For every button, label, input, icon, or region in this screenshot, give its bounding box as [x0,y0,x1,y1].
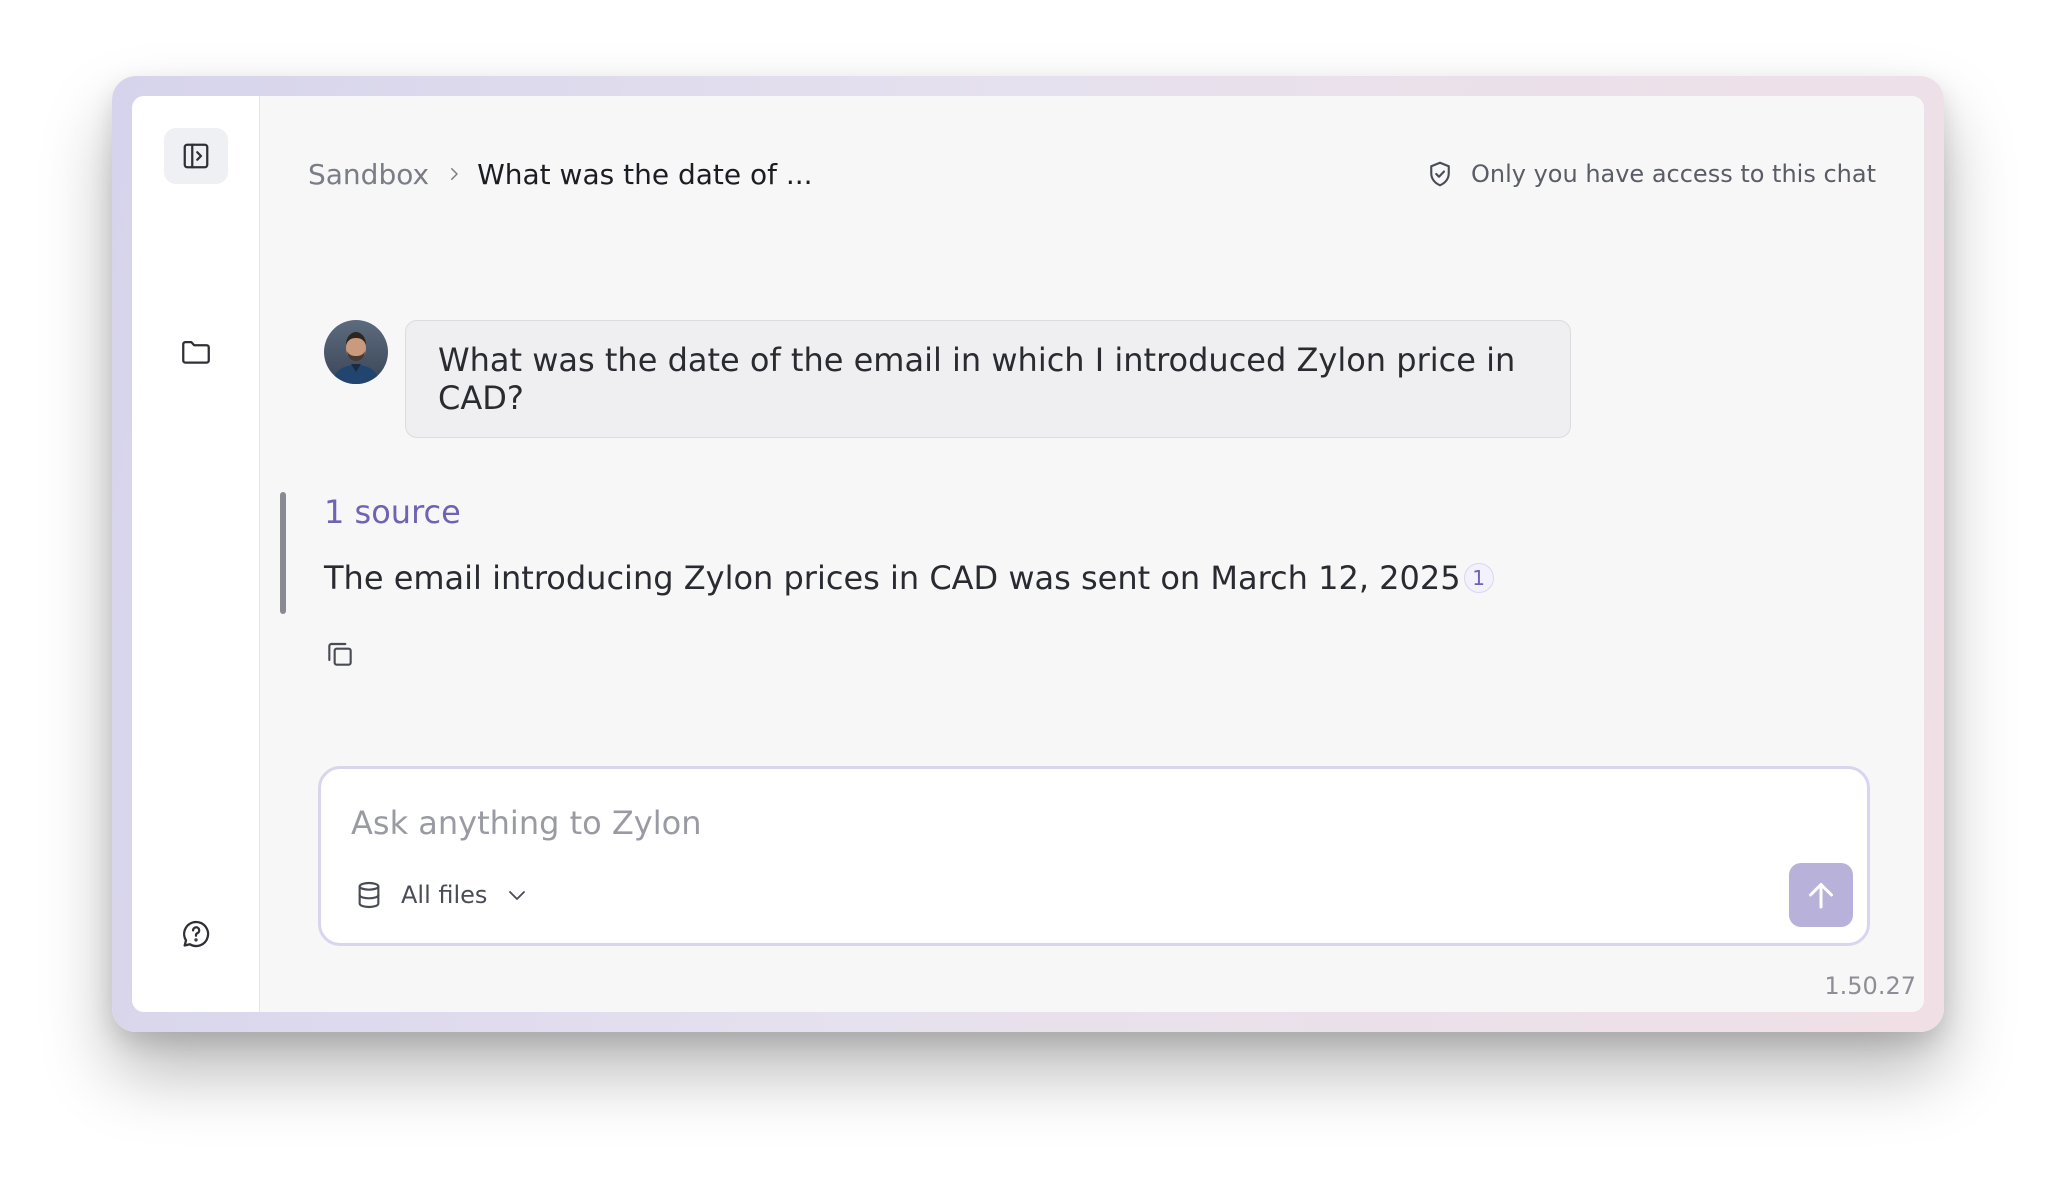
sidebar-toggle-button[interactable] [164,128,228,184]
assistant-answer-text: The email introducing Zylon prices in CA… [324,559,1461,597]
files-scope-dropdown[interactable]: All files [353,877,529,913]
citation-badge[interactable]: 1 [1463,563,1494,593]
breadcrumb-root[interactable]: Sandbox [308,158,429,191]
user-question-text: What was the date of the email in which … [438,341,1516,417]
sidebar-toggle-icon [183,143,209,169]
send-button[interactable] [1789,863,1853,927]
database-icon [358,881,380,909]
files-nav-button[interactable] [164,324,228,380]
app-window: Sandbox What was the date of ... Only yo… [132,96,1924,1012]
arrow-up-icon [1809,883,1833,909]
answer-indicator-bar [280,492,286,614]
user-question-bubble: What was the date of the email in which … [405,320,1571,438]
chevron-right-icon [445,165,463,183]
copy-icon [328,642,352,666]
message-composer: All files [318,766,1870,946]
access-notice: Only you have access to this chat [1425,158,1876,190]
app-version: 1.50.27 [1824,972,1916,1000]
copy-answer-button[interactable] [322,636,358,672]
files-scope-label: All files [401,881,488,909]
chat-help-icon [183,920,210,948]
access-notice-text: Only you have access to this chat [1470,160,1876,188]
folder-icon [182,340,210,364]
chat-input[interactable] [351,801,1651,845]
breadcrumb-current-chat: What was the date of ... [477,157,813,191]
breadcrumb: Sandbox What was the date of ... [308,156,813,192]
sources-link[interactable]: 1 source [324,492,461,532]
assistant-answer: The email introducing Zylon prices in CA… [324,556,1494,600]
avatar [324,320,388,384]
shield-check-icon [1430,161,1450,187]
chevron-down-icon [509,891,526,900]
sidebar [132,96,260,1012]
help-chat-button[interactable] [164,906,228,962]
